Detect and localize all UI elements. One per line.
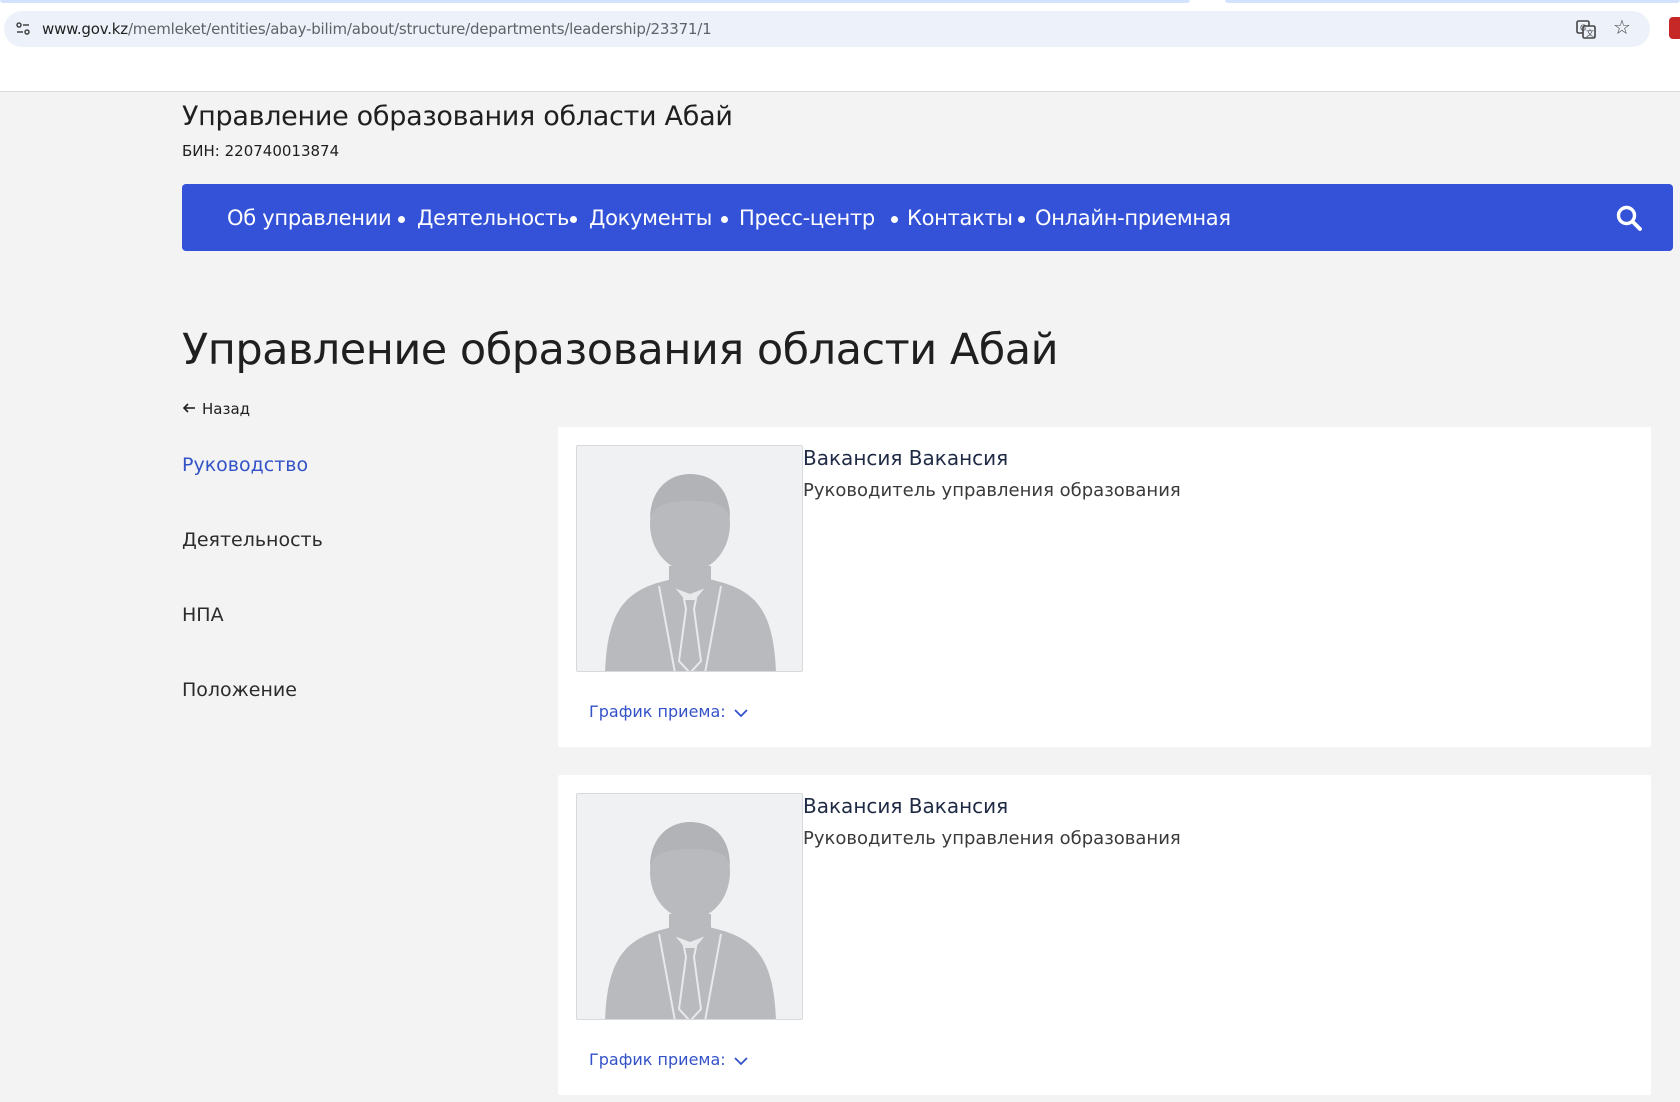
nav-separator: [891, 216, 898, 223]
leader-position: Руководитель управления образования: [803, 828, 1181, 849]
active-tab-indicator[interactable]: [0, 0, 1190, 3]
sidebar-item-npa[interactable]: НПА: [182, 603, 224, 627]
nav-separator: [1018, 216, 1025, 223]
nav-item-online-reception[interactable]: Онлайн-приемная: [1035, 205, 1231, 231]
nav-item-documents[interactable]: Документы: [589, 205, 712, 231]
leader-card: Вакансия Вакансия Руководитель управлени…: [558, 427, 1651, 747]
svg-text:文: 文: [1586, 28, 1594, 38]
person-placeholder-icon: [576, 445, 803, 672]
arrow-left-icon: [182, 399, 196, 419]
extension-icon[interactable]: [1669, 17, 1680, 39]
main-nav: Об управлении Деятельность Документы Пре…: [182, 184, 1673, 251]
nav-separator: [721, 216, 728, 223]
org-title: Управление образования области Абай: [182, 101, 733, 132]
address-bar[interactable]: www.gov.kz/memleket/entities/abay-bilim/…: [4, 11, 1650, 47]
back-link[interactable]: Назад: [182, 399, 250, 419]
sidebar-item-regulation[interactable]: Положение: [182, 678, 297, 702]
nav-item-press-center[interactable]: Пресс-центр: [739, 205, 875, 231]
leader-name: Вакансия Вакансия: [803, 794, 1009, 818]
nav-separator: [398, 216, 405, 223]
leader-card: Вакансия Вакансия Руководитель управлени…: [558, 775, 1651, 1095]
reception-schedule-label: График приема:: [589, 1050, 726, 1069]
nav-item-contacts[interactable]: Контакты: [907, 205, 1013, 231]
tab-strip: [0, 0, 1680, 4]
url-path: /memleket/entities/abay-bilim/about/stru…: [127, 20, 712, 38]
translate-icon[interactable]: G 文: [1575, 18, 1597, 40]
nav-separator: [570, 216, 577, 223]
reception-schedule-label: График приема:: [589, 702, 726, 721]
leader-position: Руководитель управления образования: [803, 480, 1181, 501]
star-icon[interactable]: ☆: [1611, 17, 1633, 39]
reception-schedule-toggle[interactable]: График приема:: [589, 1050, 748, 1071]
url-text[interactable]: www.gov.kz/memleket/entities/abay-bilim/…: [42, 20, 712, 38]
back-label: Назад: [202, 400, 251, 418]
org-bin: БИН: 220740013874: [182, 142, 340, 160]
reception-schedule-toggle[interactable]: График приема:: [589, 702, 748, 723]
inactive-tab-indicator[interactable]: [1225, 0, 1680, 3]
nav-item-about[interactable]: Об управлении: [227, 205, 392, 231]
leader-name: Вакансия Вакансия: [803, 446, 1009, 470]
page-title: Управление образования области Абай: [182, 325, 1059, 375]
sidebar-item-activity[interactable]: Деятельность: [182, 528, 323, 552]
site-info-icon[interactable]: [14, 20, 32, 38]
chevron-down-icon: [734, 1051, 748, 1071]
browser-chrome: www.gov.kz/memleket/entities/abay-bilim/…: [0, 0, 1680, 92]
search-icon[interactable]: [1615, 204, 1643, 232]
nav-item-activity[interactable]: Деятельность: [417, 205, 569, 231]
sidebar-item-leadership[interactable]: Руководство: [182, 453, 308, 477]
chevron-down-icon: [734, 703, 748, 723]
person-placeholder-icon: [576, 793, 803, 1020]
url-host: www.gov.kz: [42, 20, 128, 38]
